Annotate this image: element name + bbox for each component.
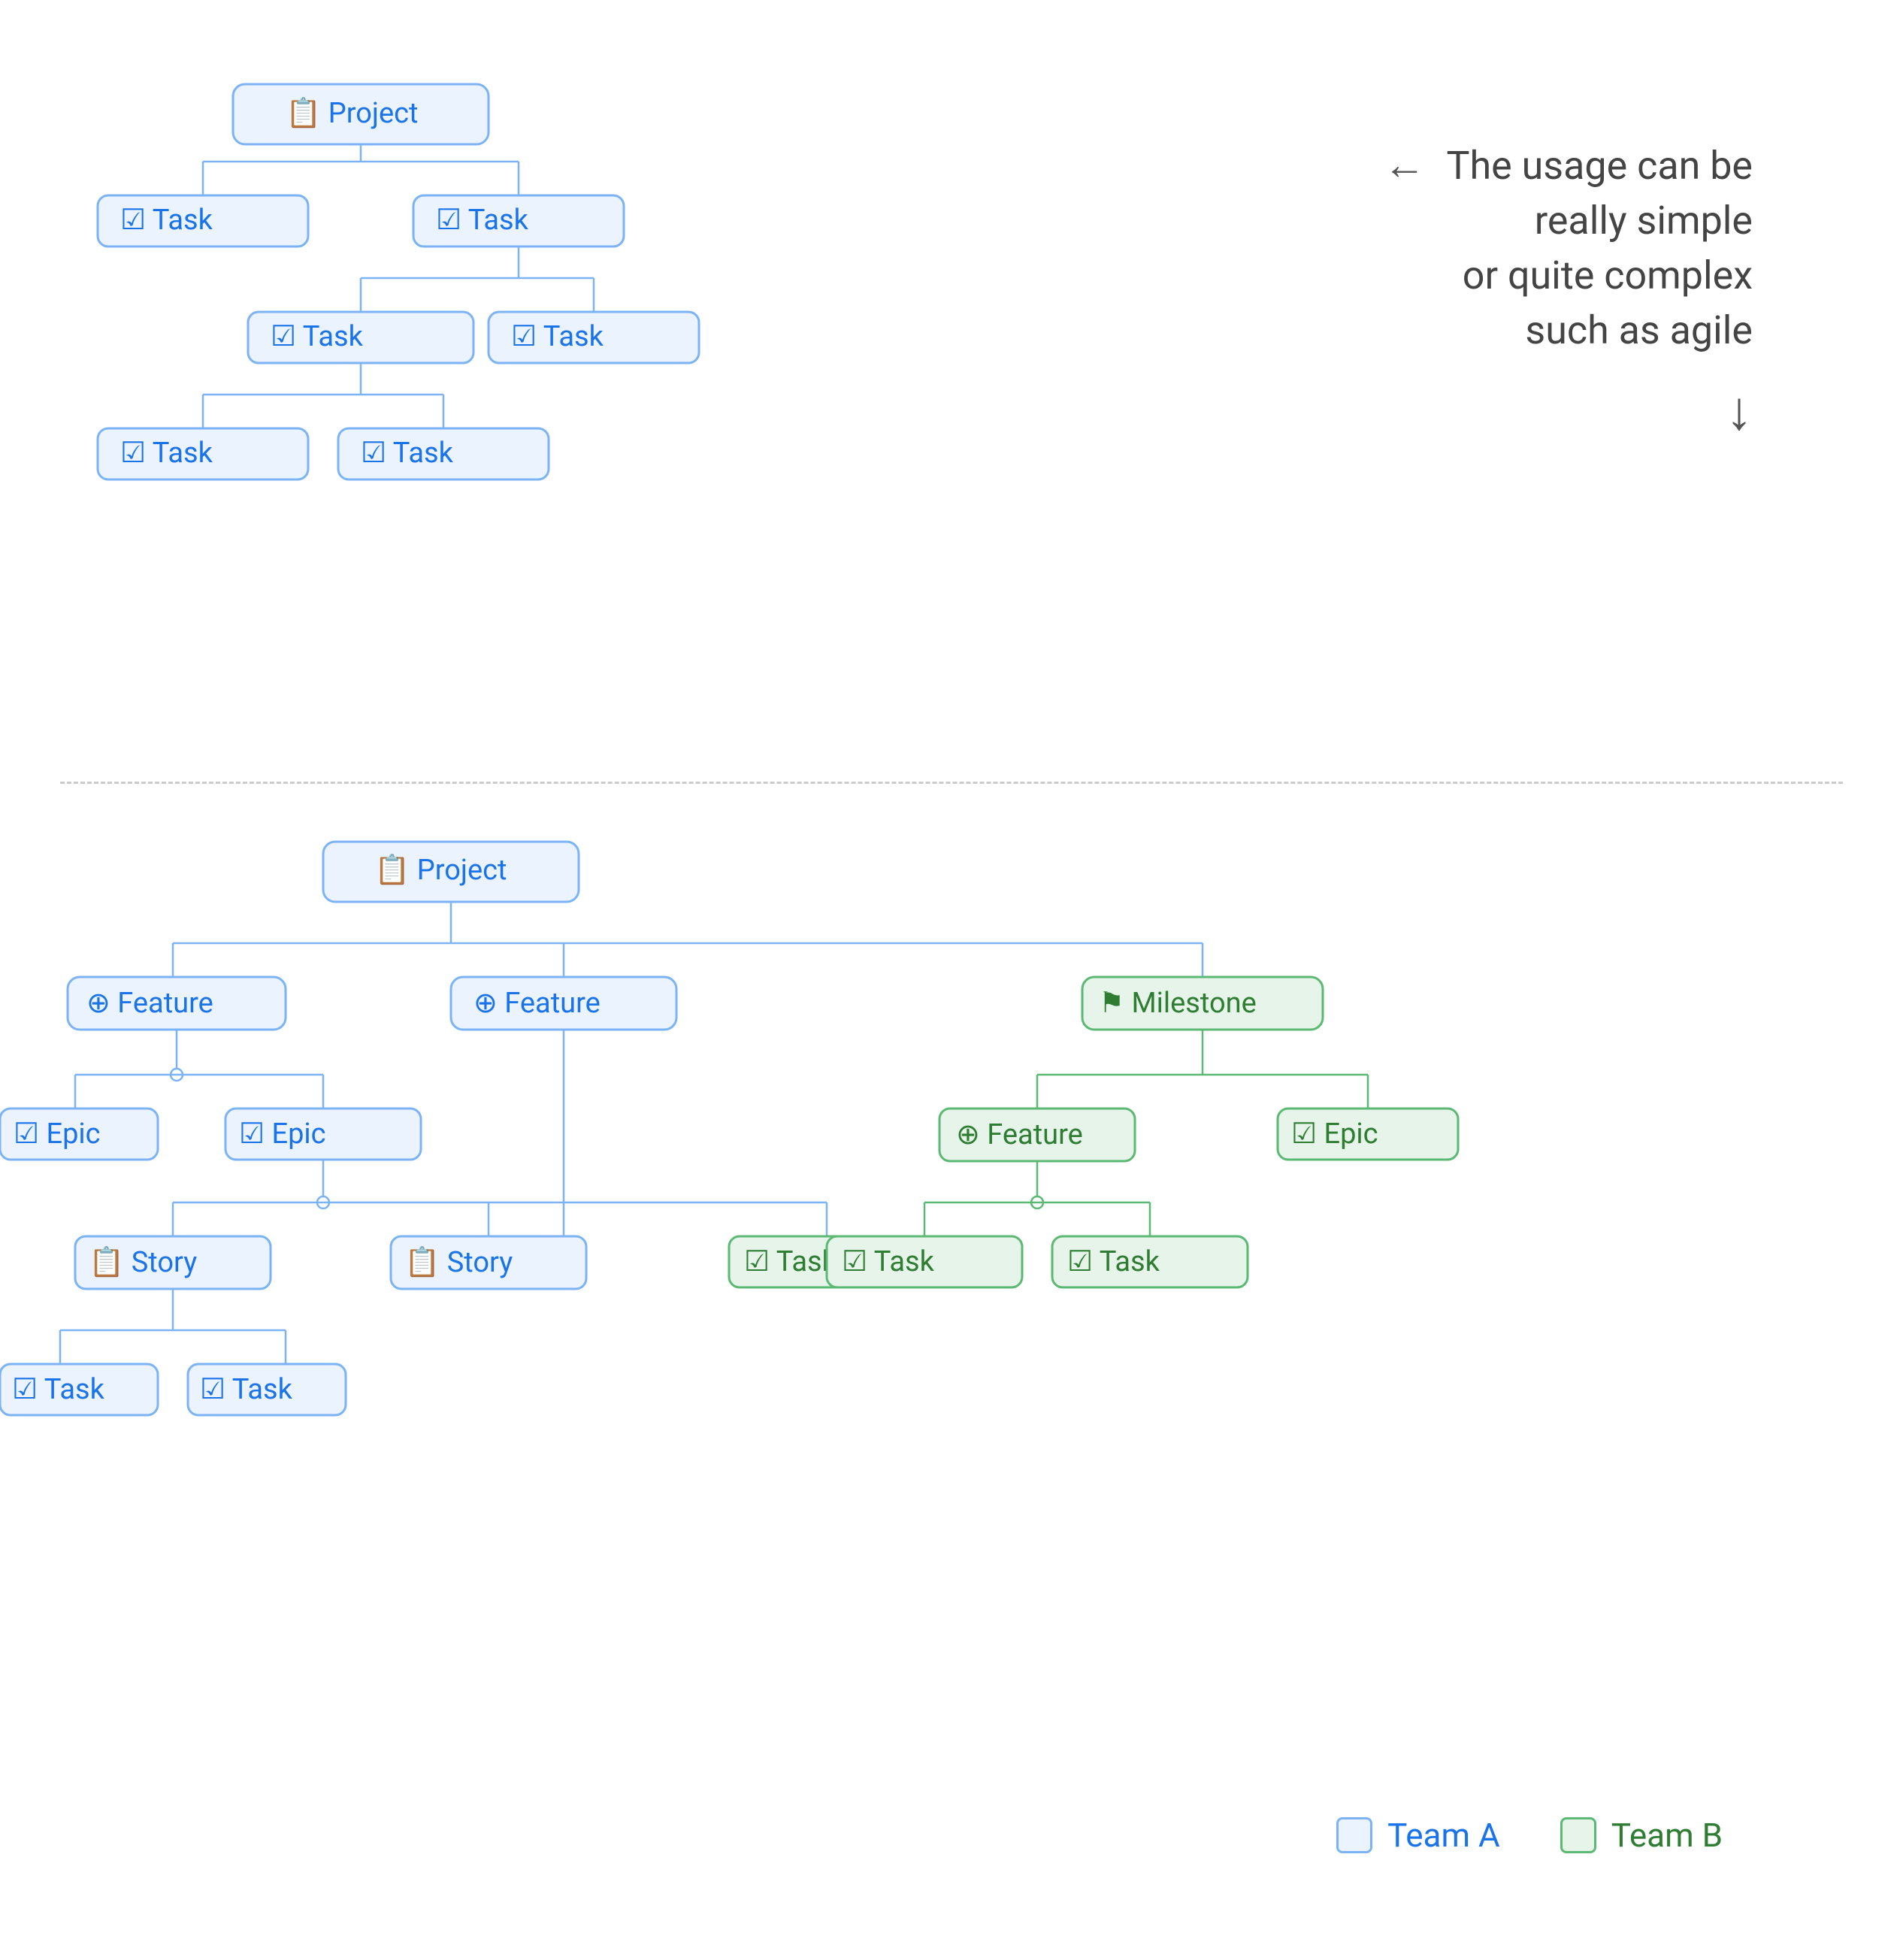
feature-green-node: ⊕ Feature xyxy=(939,1109,1135,1161)
legend: Team A Team B xyxy=(1336,1816,1723,1855)
story-left-node: 📋 Story xyxy=(75,1236,271,1289)
svg-text:☑ Epic: ☑ Epic xyxy=(239,1118,326,1151)
section-divider xyxy=(60,782,1843,784)
task-bottom-1b: ☑ Task xyxy=(188,1364,346,1415)
legend-box-blue xyxy=(1336,1817,1372,1853)
arrow-down-icon: ↓ xyxy=(1384,374,1753,449)
legend-item-team-a: Team A xyxy=(1336,1816,1500,1855)
annotation-line2: really simple xyxy=(1384,194,1753,249)
epic-left-node: ☑ Epic xyxy=(0,1109,158,1160)
svg-text:☑ Task: ☑ Task xyxy=(436,204,529,237)
milestone-node: ⚑ Milestone xyxy=(1082,977,1323,1030)
svg-text:☑ Task: ☑ Task xyxy=(271,320,364,353)
annotation-block: ← The usage can be really simple or quit… xyxy=(1384,135,1753,449)
top-tree-svg: 📋 Project ☑ Task ☑ Task ☑ Task ☑ Task ☑ … xyxy=(0,45,902,721)
task-bottom-1a: ☑ Task xyxy=(0,1364,158,1415)
svg-text:☑ Epic: ☑ Epic xyxy=(14,1118,101,1151)
task-node-3b: ☑ Task xyxy=(338,428,549,479)
task-node-2b: ☑ Task xyxy=(489,312,699,363)
svg-text:☑ Task: ☑ Task xyxy=(200,1373,293,1406)
svg-text:⊕ Feature: ⊕ Feature xyxy=(956,1118,1083,1151)
epic-right-node: ☑ Epic xyxy=(225,1109,421,1160)
bottom-tree-svg: 📋 Project ⊕ Feature ☑ Epic ☑ Epic xyxy=(0,827,1653,1879)
legend-label-team-a: Team A xyxy=(1387,1816,1500,1855)
arrow-left-icon: ← xyxy=(1384,135,1426,194)
svg-text:☑ Task: ☑ Task xyxy=(120,437,213,470)
top-diagram: 📋 Project ☑ Task ☑ Task ☑ Task ☑ Task ☑ … xyxy=(0,45,1203,724)
svg-text:📋 Story: 📋 Story xyxy=(89,1245,197,1279)
task-node-1a: ☑ Task xyxy=(98,195,308,247)
task-green-1: ☑ Task xyxy=(827,1236,1022,1287)
epic-green-node: ☑ Epic xyxy=(1278,1109,1458,1160)
svg-text:⚑ Milestone: ⚑ Milestone xyxy=(1099,987,1257,1020)
story-right-node: 📋 Story xyxy=(391,1236,586,1289)
svg-text:⊕ Feature: ⊕ Feature xyxy=(473,987,601,1020)
project-node-top: 📋 Project xyxy=(233,84,489,144)
svg-text:☑ Task: ☑ Task xyxy=(120,204,213,237)
task-node-3a: ☑ Task xyxy=(98,428,308,479)
legend-label-team-b: Team B xyxy=(1611,1816,1723,1855)
svg-text:☑ Epic: ☑ Epic xyxy=(1291,1118,1378,1151)
annotation-line1: The usage can be xyxy=(1447,143,1753,189)
svg-text:☑ Task: ☑ Task xyxy=(842,1245,935,1278)
legend-item-team-b: Team B xyxy=(1560,1816,1723,1855)
task-node-2a: ☑ Task xyxy=(248,312,473,363)
svg-text:☑ Task: ☑ Task xyxy=(12,1373,105,1406)
feature-left-node: ⊕ Feature xyxy=(68,977,286,1030)
svg-text:☑ Task: ☑ Task xyxy=(744,1245,837,1278)
legend-box-green xyxy=(1560,1817,1596,1853)
svg-text:⊕ Feature: ⊕ Feature xyxy=(86,987,213,1020)
task-green-2: ☑ Task xyxy=(1052,1236,1248,1287)
annotation-line3: or quite complex xyxy=(1384,249,1753,304)
feature-mid-node: ⊕ Feature xyxy=(451,977,676,1030)
task-node-1b: ☑ Task xyxy=(413,195,624,247)
project-node-bottom: 📋 Project xyxy=(323,842,579,902)
svg-text:☑ Task: ☑ Task xyxy=(361,437,454,470)
svg-text:☑ Task: ☑ Task xyxy=(511,320,604,353)
svg-text:📋 Project: 📋 Project xyxy=(374,853,507,887)
svg-text:📋 Story: 📋 Story xyxy=(404,1245,513,1279)
svg-text:☑ Task: ☑ Task xyxy=(1067,1245,1160,1278)
svg-text:📋 Project: 📋 Project xyxy=(286,96,418,130)
bottom-diagram: 📋 Project ⊕ Feature ☑ Epic ☑ Epic xyxy=(0,827,1653,1882)
annotation-line4: such as agile xyxy=(1384,304,1753,358)
